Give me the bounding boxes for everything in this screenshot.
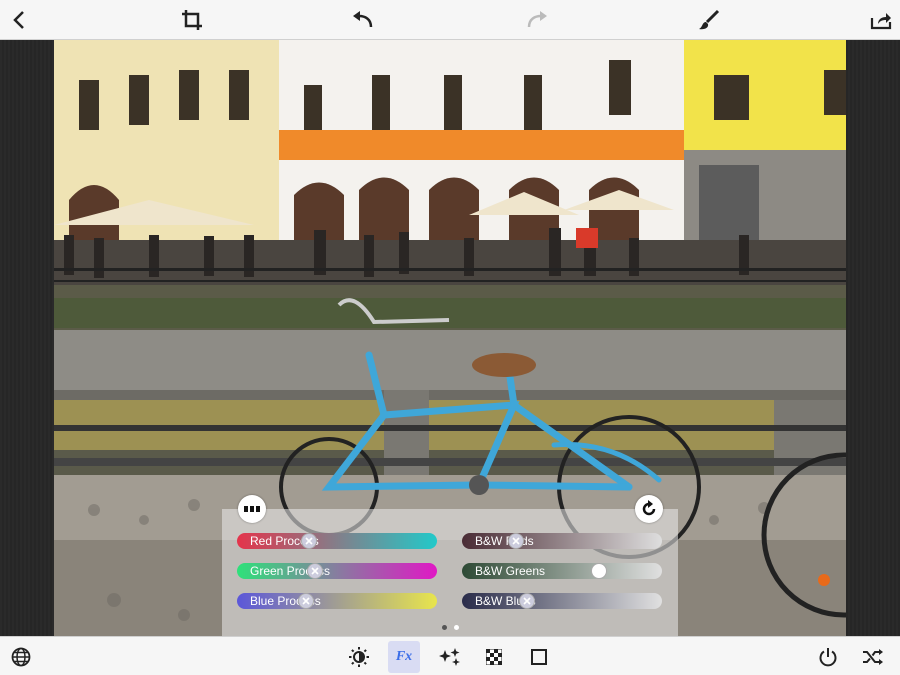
fx-button[interactable]: Fx	[388, 641, 420, 673]
slider-red-process[interactable]: Red Process	[237, 533, 437, 549]
crop-icon[interactable]	[178, 6, 206, 34]
share-icon[interactable]	[867, 6, 895, 34]
shuffle-icon[interactable]	[857, 641, 889, 673]
x-icon	[305, 537, 313, 545]
slider-label: B&W Greens	[475, 564, 546, 578]
more-options-button[interactable]	[238, 495, 266, 523]
top-toolbar	[0, 0, 900, 40]
undo-icon[interactable]	[349, 6, 377, 34]
power-icon[interactable]	[812, 641, 844, 673]
slider-thumb[interactable]	[298, 593, 314, 609]
page-dot-1[interactable]	[442, 625, 447, 630]
back-icon[interactable]	[5, 6, 33, 34]
slider-blue-process[interactable]: Blue Process	[237, 593, 437, 609]
slider-green-process[interactable]: Green Process	[237, 563, 437, 579]
x-icon	[311, 567, 319, 575]
slider-label: B&W Reds	[475, 534, 534, 548]
slider-b-w-blues[interactable]: B&W Blues	[462, 593, 662, 609]
globe-icon[interactable]	[5, 641, 37, 673]
redo-icon[interactable]	[523, 6, 551, 34]
slider-thumb[interactable]	[519, 593, 535, 609]
slider-thumb[interactable]	[301, 533, 317, 549]
brightness-icon[interactable]	[343, 641, 375, 673]
x-icon	[302, 597, 310, 605]
bottom-toolbar: Fx	[0, 636, 900, 675]
slider-thumb[interactable]	[307, 563, 323, 579]
more-icon	[244, 506, 260, 512]
fx-icon: Fx	[395, 649, 413, 664]
page-indicator	[442, 625, 459, 630]
x-icon	[512, 537, 520, 545]
slider-thumb[interactable]	[508, 533, 524, 549]
slider-thumb[interactable]	[591, 563, 607, 579]
brush-icon[interactable]	[695, 6, 723, 34]
x-icon	[523, 597, 531, 605]
slider-b-w-greens[interactable]: B&W Greens	[462, 563, 662, 579]
stars-icon[interactable]	[434, 641, 466, 673]
slider-b-w-reds[interactable]: B&W Reds	[462, 533, 662, 549]
reset-button[interactable]	[635, 495, 663, 523]
checker-icon[interactable]	[478, 641, 510, 673]
page-dot-2[interactable]	[454, 625, 459, 630]
square-icon[interactable]	[523, 641, 555, 673]
adjustment-panel: Red Process Green Process Blue Process B&W …	[222, 495, 678, 636]
reset-icon	[642, 500, 656, 516]
